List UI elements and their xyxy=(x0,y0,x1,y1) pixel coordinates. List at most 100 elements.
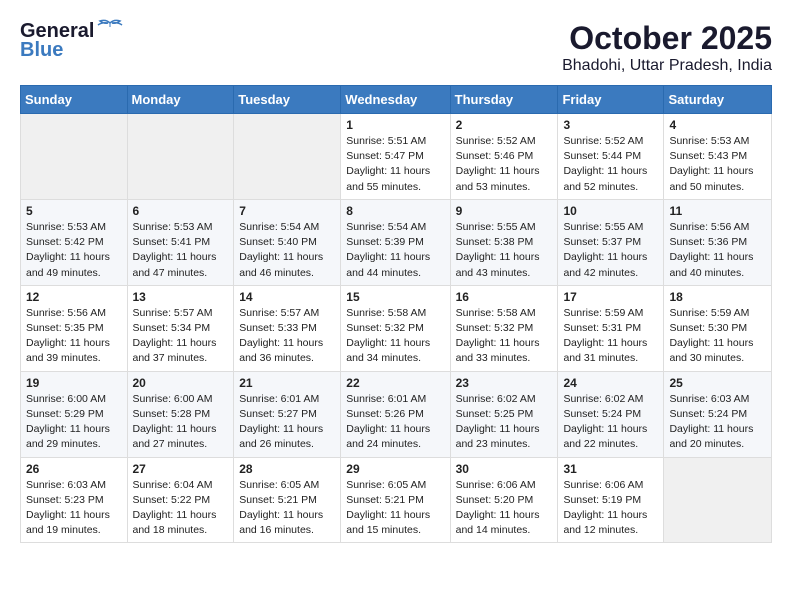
day-info: Sunrise: 5:59 AMSunset: 5:30 PMDaylight:… xyxy=(669,306,766,367)
day-info: Sunrise: 6:06 AMSunset: 5:19 PMDaylight:… xyxy=(563,478,658,539)
day-info: Sunrise: 6:04 AMSunset: 5:22 PMDaylight:… xyxy=(133,478,229,539)
logo-bird-icon xyxy=(96,19,124,37)
day-number: 4 xyxy=(669,118,766,132)
day-info: Sunrise: 5:56 AMSunset: 5:35 PMDaylight:… xyxy=(26,306,122,367)
calendar-cell: 23Sunrise: 6:02 AMSunset: 5:25 PMDayligh… xyxy=(450,371,558,457)
calendar-cell: 29Sunrise: 6:05 AMSunset: 5:21 PMDayligh… xyxy=(341,457,450,543)
calendar-cell xyxy=(127,114,234,200)
calendar-table: SundayMondayTuesdayWednesdayThursdayFrid… xyxy=(20,85,772,543)
page-subtitle: Bhadohi, Uttar Pradesh, India xyxy=(562,57,772,75)
day-info: Sunrise: 6:06 AMSunset: 5:20 PMDaylight:… xyxy=(456,478,553,539)
calendar-week-1: 1 Sunrise: 5:51 AMSunset: 5:47 PMDaylight… xyxy=(21,114,772,200)
header-saturday: Saturday xyxy=(664,86,772,114)
day-number: 9 xyxy=(456,204,553,218)
header-monday: Monday xyxy=(127,86,234,114)
day-info: Sunrise: 5:58 AMSunset: 5:32 PMDaylight:… xyxy=(456,306,553,367)
day-info: Sunrise: 5:53 AMSunset: 5:41 PMDaylight:… xyxy=(133,220,229,281)
calendar-cell: 20Sunrise: 6:00 AMSunset: 5:28 PMDayligh… xyxy=(127,371,234,457)
calendar-cell: 3 Sunrise: 5:52 AMSunset: 5:44 PMDaylight… xyxy=(558,114,664,200)
calendar-cell: 27 Sunrise: 6:04 AMSunset: 5:22 PMDayligh… xyxy=(127,457,234,543)
day-number: 18 xyxy=(669,290,766,304)
day-info: Sunrise: 5:59 AMSunset: 5:31 PMDaylight:… xyxy=(563,306,658,367)
day-number: 31 xyxy=(563,462,658,476)
day-number: 5 xyxy=(26,204,122,218)
day-info: Sunrise: 5:52 AMSunset: 5:44 PMDaylight:… xyxy=(563,134,658,195)
calendar-cell: 25Sunrise: 6:03 AMSunset: 5:24 PMDayligh… xyxy=(664,371,772,457)
day-info: Sunrise: 5:58 AMSunset: 5:32 PMDaylight:… xyxy=(346,306,444,367)
calendar-cell: 8 Sunrise: 5:54 AMSunset: 5:39 PMDaylight… xyxy=(341,199,450,285)
calendar-cell: 9 Sunrise: 5:55 AMSunset: 5:38 PMDaylight… xyxy=(450,199,558,285)
day-info: Sunrise: 6:03 AMSunset: 5:23 PMDaylight:… xyxy=(26,478,122,539)
title-area: October 2025 Bhadohi, Uttar Pradesh, Ind… xyxy=(562,20,772,75)
calendar-cell: 2 Sunrise: 5:52 AMSunset: 5:46 PMDaylight… xyxy=(450,114,558,200)
header-sunday: Sunday xyxy=(21,86,128,114)
calendar-week-2: 5Sunrise: 5:53 AMSunset: 5:42 PMDaylight… xyxy=(21,199,772,285)
day-number: 1 xyxy=(346,118,444,132)
day-number: 8 xyxy=(346,204,444,218)
calendar-cell: 4 Sunrise: 5:53 AMSunset: 5:43 PMDaylight… xyxy=(664,114,772,200)
calendar-cell xyxy=(21,114,128,200)
calendar-week-5: 26 Sunrise: 6:03 AMSunset: 5:23 PMDayligh… xyxy=(21,457,772,543)
day-number: 6 xyxy=(133,204,229,218)
day-number: 16 xyxy=(456,290,553,304)
day-number: 17 xyxy=(563,290,658,304)
day-number: 2 xyxy=(456,118,553,132)
calendar-cell: 11 Sunrise: 5:56 AMSunset: 5:36 PMDayligh… xyxy=(664,199,772,285)
day-info: Sunrise: 5:51 AMSunset: 5:47 PMDaylight:… xyxy=(346,134,444,195)
calendar-cell: 5Sunrise: 5:53 AMSunset: 5:42 PMDaylight… xyxy=(21,199,128,285)
logo: General Blue xyxy=(20,20,124,62)
calendar-cell: 6 Sunrise: 5:53 AMSunset: 5:41 PMDaylight… xyxy=(127,199,234,285)
day-number: 24 xyxy=(563,376,658,390)
logo-blue: Blue xyxy=(20,39,63,62)
day-info: Sunrise: 6:02 AMSunset: 5:25 PMDaylight:… xyxy=(456,392,553,453)
header-tuesday: Tuesday xyxy=(234,86,341,114)
calendar-cell: 14 Sunrise: 5:57 AMSunset: 5:33 PMDayligh… xyxy=(234,285,341,371)
calendar-cell: 12Sunrise: 5:56 AMSunset: 5:35 PMDayligh… xyxy=(21,285,128,371)
day-info: Sunrise: 5:55 AMSunset: 5:38 PMDaylight:… xyxy=(456,220,553,281)
day-number: 26 xyxy=(26,462,122,476)
day-number: 29 xyxy=(346,462,444,476)
calendar-cell: 22Sunrise: 6:01 AMSunset: 5:26 PMDayligh… xyxy=(341,371,450,457)
day-number: 7 xyxy=(239,204,335,218)
page-title: October 2025 xyxy=(562,20,772,57)
header-friday: Friday xyxy=(558,86,664,114)
day-info: Sunrise: 6:03 AMSunset: 5:24 PMDaylight:… xyxy=(669,392,766,453)
header-wednesday: Wednesday xyxy=(341,86,450,114)
header-thursday: Thursday xyxy=(450,86,558,114)
day-info: Sunrise: 6:05 AMSunset: 5:21 PMDaylight:… xyxy=(239,478,335,539)
day-number: 19 xyxy=(26,376,122,390)
day-info: Sunrise: 6:01 AMSunset: 5:27 PMDaylight:… xyxy=(239,392,335,453)
calendar-header-row: SundayMondayTuesdayWednesdayThursdayFrid… xyxy=(21,86,772,114)
calendar-cell: 1 Sunrise: 5:51 AMSunset: 5:47 PMDaylight… xyxy=(341,114,450,200)
calendar-cell xyxy=(234,114,341,200)
day-number: 10 xyxy=(563,204,658,218)
day-number: 21 xyxy=(239,376,335,390)
day-info: Sunrise: 5:56 AMSunset: 5:36 PMDaylight:… xyxy=(669,220,766,281)
calendar-cell: 30 Sunrise: 6:06 AMSunset: 5:20 PMDayligh… xyxy=(450,457,558,543)
calendar-cell: 21 Sunrise: 6:01 AMSunset: 5:27 PMDayligh… xyxy=(234,371,341,457)
calendar-cell: 17 Sunrise: 5:59 AMSunset: 5:31 PMDayligh… xyxy=(558,285,664,371)
day-number: 27 xyxy=(133,462,229,476)
calendar-cell: 15Sunrise: 5:58 AMSunset: 5:32 PMDayligh… xyxy=(341,285,450,371)
day-info: Sunrise: 5:57 AMSunset: 5:34 PMDaylight:… xyxy=(133,306,229,367)
day-number: 30 xyxy=(456,462,553,476)
day-number: 28 xyxy=(239,462,335,476)
calendar-cell: 31 Sunrise: 6:06 AMSunset: 5:19 PMDayligh… xyxy=(558,457,664,543)
day-info: Sunrise: 6:02 AMSunset: 5:24 PMDaylight:… xyxy=(563,392,658,453)
day-number: 22 xyxy=(346,376,444,390)
day-info: Sunrise: 6:00 AMSunset: 5:28 PMDaylight:… xyxy=(133,392,229,453)
day-info: Sunrise: 5:53 AMSunset: 5:43 PMDaylight:… xyxy=(669,134,766,195)
day-number: 11 xyxy=(669,204,766,218)
header: General Blue October 2025 Bhadohi, Uttar… xyxy=(20,20,772,75)
day-info: Sunrise: 5:55 AMSunset: 5:37 PMDaylight:… xyxy=(563,220,658,281)
calendar-cell: 10 Sunrise: 5:55 AMSunset: 5:37 PMDayligh… xyxy=(558,199,664,285)
day-info: Sunrise: 5:52 AMSunset: 5:46 PMDaylight:… xyxy=(456,134,553,195)
day-info: Sunrise: 5:57 AMSunset: 5:33 PMDaylight:… xyxy=(239,306,335,367)
day-info: Sunrise: 6:00 AMSunset: 5:29 PMDaylight:… xyxy=(26,392,122,453)
calendar-cell: 28 Sunrise: 6:05 AMSunset: 5:21 PMDayligh… xyxy=(234,457,341,543)
day-number: 3 xyxy=(563,118,658,132)
calendar-week-4: 19 Sunrise: 6:00 AMSunset: 5:29 PMDayligh… xyxy=(21,371,772,457)
day-number: 14 xyxy=(239,290,335,304)
day-number: 13 xyxy=(133,290,229,304)
day-info: Sunrise: 5:54 AMSunset: 5:39 PMDaylight:… xyxy=(346,220,444,281)
